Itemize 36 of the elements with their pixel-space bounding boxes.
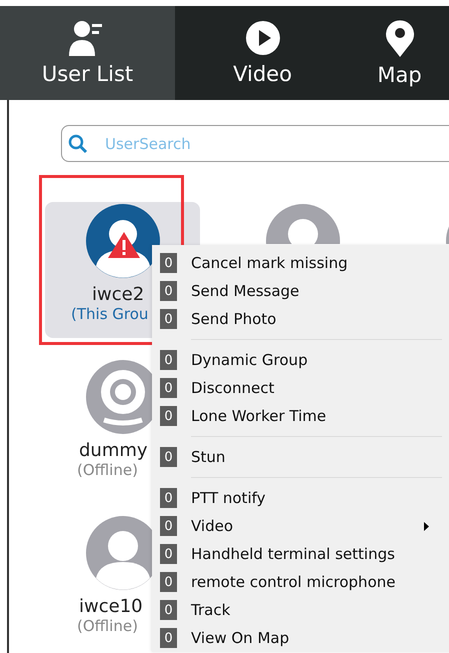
count-badge: 0	[160, 309, 177, 329]
user-name: dummy	[78, 440, 148, 461]
count-badge: 0	[160, 488, 177, 508]
count-badge: 0	[160, 516, 177, 536]
count-badge: 0	[160, 406, 177, 426]
count-badge: 0	[160, 350, 177, 370]
count-badge: 0	[160, 628, 177, 648]
count-badge: 0	[160, 447, 177, 467]
menu-item[interactable]: 0 Dynamic Group	[152, 346, 449, 374]
count-badge: 0	[160, 600, 177, 620]
tab[interactable]: User List	[0, 6, 175, 100]
play-icon	[244, 20, 280, 56]
menu-item[interactable]: 0 Lone Worker Time	[152, 402, 449, 430]
menu-item[interactable]: 0 Video	[152, 512, 449, 540]
user-name: iwce2	[91, 284, 144, 305]
search-icon	[68, 134, 88, 154]
user-name: iwce10	[78, 596, 143, 617]
menu-item[interactable]: 0 Disconnect	[152, 374, 449, 402]
menu-item[interactable]: 0 PTT notify	[152, 484, 449, 512]
search-field[interactable]: UserSearch	[61, 125, 449, 162]
user-status: (Offline)	[76, 617, 138, 635]
user-status: (This Grou	[70, 305, 148, 323]
menu-item[interactable]: 0 Handheld terminal settings	[152, 540, 449, 568]
tab[interactable]: Video	[175, 6, 350, 100]
map-pin-icon	[384, 19, 414, 57]
menu-item[interactable]: 0 remote control microphone	[152, 568, 449, 596]
count-badge: 0	[160, 281, 177, 301]
count-badge: 0	[160, 253, 177, 273]
menu-item[interactable]: 0 Track	[152, 596, 449, 624]
user-status: (Offline)	[76, 461, 138, 479]
count-badge: 0	[160, 544, 177, 564]
menu-item[interactable]: 0 View On Map	[152, 624, 449, 652]
count-badge: 0	[160, 572, 177, 592]
menu-item[interactable]: 0 Stun	[152, 443, 449, 471]
tab[interactable]: Map	[350, 6, 449, 100]
count-badge: 0	[160, 378, 177, 398]
